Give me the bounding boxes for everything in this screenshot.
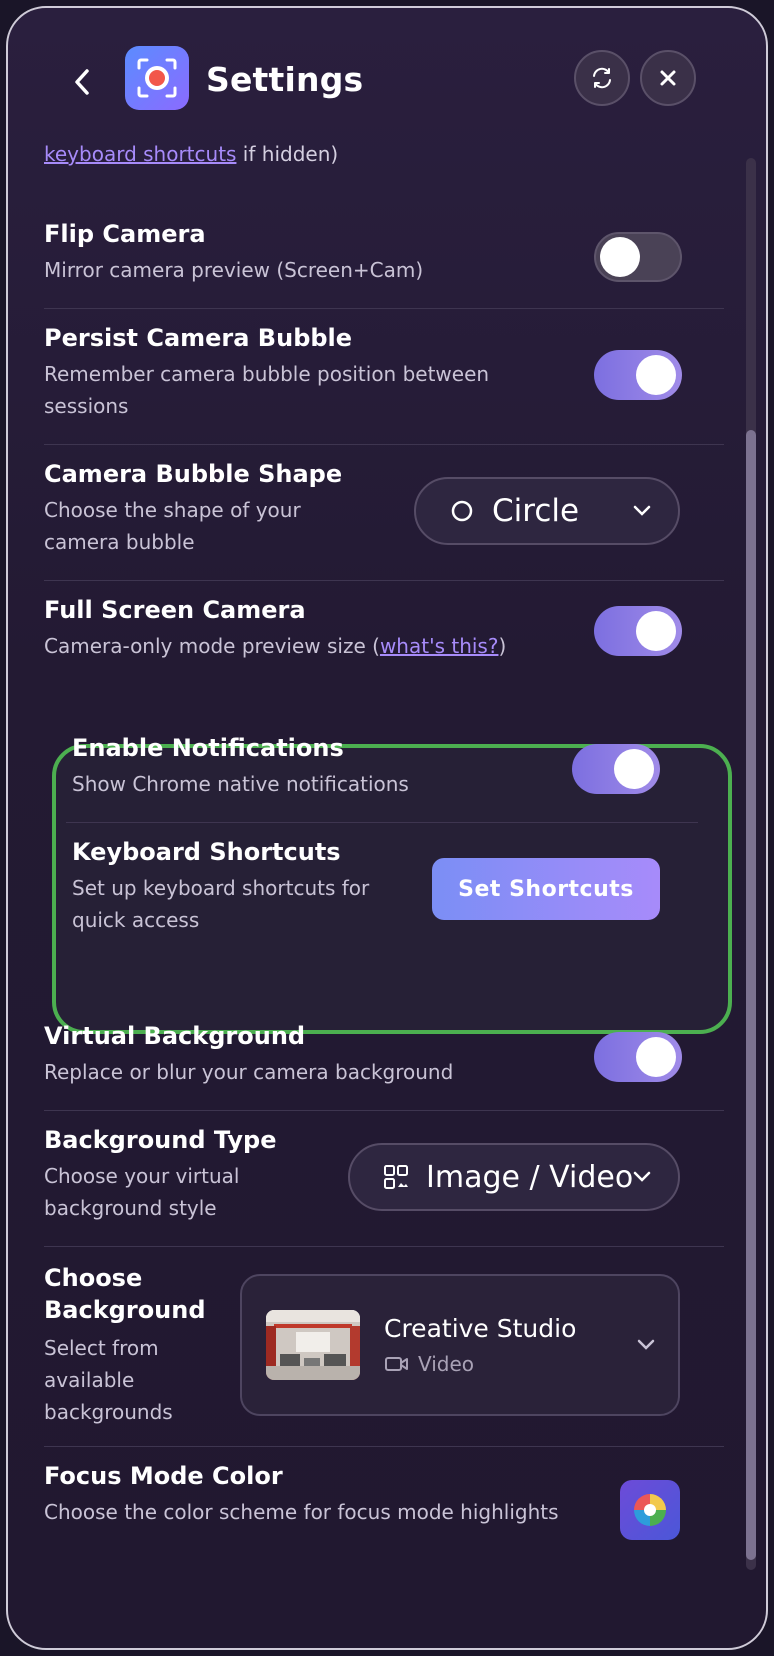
circle-icon [451, 500, 473, 522]
virtual-bg-toggle[interactable] [594, 1032, 682, 1082]
keyboard-shortcuts-link[interactable]: keyboard shortcuts [44, 142, 236, 166]
chevron-down-icon [633, 505, 651, 516]
notifications-toggle[interactable] [572, 744, 660, 794]
whats-this-link[interactable]: what's this? [380, 634, 499, 658]
background-thumbnail [266, 1310, 360, 1380]
shortcuts-desc: Set up keyboard shortcuts for quick acce… [72, 876, 370, 932]
persist-bubble-toggle[interactable] [594, 350, 682, 400]
focus-color-button[interactable] [620, 1480, 680, 1540]
scroll-thumb[interactable] [746, 430, 756, 1560]
bubble-shape-row: Camera Bubble Shape Choose the shape of … [44, 460, 344, 558]
studio-thumbnail-image [266, 1310, 360, 1380]
toggle-knob [636, 355, 676, 395]
persist-bubble-row: Persist Camera Bubble Remember camera bu… [44, 324, 524, 422]
persist-bubble-title: Persist Camera Bubble [44, 324, 353, 352]
app-logo [125, 46, 189, 110]
shortcuts-title: Keyboard Shortcuts [72, 838, 341, 866]
bg-type-select[interactable]: Image / Video [348, 1143, 680, 1211]
intro-text: keyboard shortcuts if hidden) [44, 138, 724, 170]
divider [44, 444, 724, 445]
choose-bg-desc: Select from available backgrounds [44, 1336, 173, 1424]
bg-type-value: Image / Video [426, 1159, 634, 1195]
chevron-down-icon [633, 1171, 651, 1182]
notifications-desc: Show Chrome native notifications [72, 772, 409, 796]
choose-bg-row: Choose Background Select from available … [44, 1262, 214, 1428]
close-icon [660, 70, 676, 86]
focus-color-desc: Choose the color scheme for focus mode h… [44, 1500, 559, 1524]
scrollbar[interactable] [746, 158, 756, 1570]
bubble-shape-title: Camera Bubble Shape [44, 460, 343, 488]
bubble-shape-select[interactable]: Circle [414, 477, 680, 545]
bubble-shape-desc: Choose the shape of your camera bubble [44, 498, 301, 554]
toggle-knob [614, 749, 654, 789]
background-kind: Video [384, 1352, 474, 1376]
intro-suffix: if hidden) [236, 142, 339, 166]
record-icon [137, 58, 177, 98]
full-screen-toggle[interactable] [594, 606, 682, 656]
full-screen-desc-end: ) [498, 634, 507, 658]
divider [44, 1110, 724, 1111]
color-wheel-icon [634, 1494, 666, 1526]
chevron-left-icon [75, 69, 89, 95]
toggle-knob [636, 1037, 676, 1077]
background-name: Creative Studio [384, 1314, 577, 1343]
divider [44, 1446, 724, 1447]
notifications-row: Enable Notifications Show Chrome native … [72, 734, 532, 800]
video-camera-icon [385, 1357, 408, 1371]
focus-color-title: Focus Mode Color [44, 1462, 283, 1490]
close-button[interactable] [640, 50, 696, 106]
flip-camera-toggle[interactable] [594, 232, 682, 282]
toggle-knob [600, 237, 640, 277]
divider [44, 308, 724, 309]
background-picker[interactable]: Creative Studio Video [240, 1274, 680, 1416]
sync-icon [593, 67, 611, 89]
back-button[interactable] [60, 52, 106, 112]
shortcuts-row: Keyboard Shortcuts Set up keyboard short… [72, 838, 392, 936]
bubble-shape-value: Circle [492, 493, 580, 529]
set-shortcuts-button[interactable]: Set Shortcuts [432, 858, 660, 920]
divider [44, 580, 724, 581]
bg-type-desc: Choose your virtual background style [44, 1164, 240, 1220]
choose-bg-title: Choose Background [44, 1264, 206, 1324]
divider [44, 1246, 724, 1247]
persist-bubble-desc: Remember camera bubble position between … [44, 362, 490, 418]
notifications-title: Enable Notifications [72, 734, 344, 762]
header: Settings [8, 8, 766, 146]
focus-color-row: Focus Mode Color Choose the color scheme… [44, 1462, 604, 1528]
divider [66, 822, 698, 823]
page-title: Settings [206, 60, 364, 99]
bg-type-title: Background Type [44, 1126, 277, 1154]
background-kind-label: Video [418, 1352, 475, 1376]
settings-panel: Settings keyboard shortcuts if hidden) F… [6, 6, 768, 1650]
toggle-knob [636, 611, 676, 651]
bg-type-row: Background Type Choose your virtual back… [44, 1126, 304, 1224]
sync-button[interactable] [574, 50, 630, 106]
image-video-icon [384, 1165, 408, 1189]
chevron-down-icon [637, 1339, 655, 1350]
full-screen-desc-text: Camera-only mode preview size ( [44, 634, 380, 658]
